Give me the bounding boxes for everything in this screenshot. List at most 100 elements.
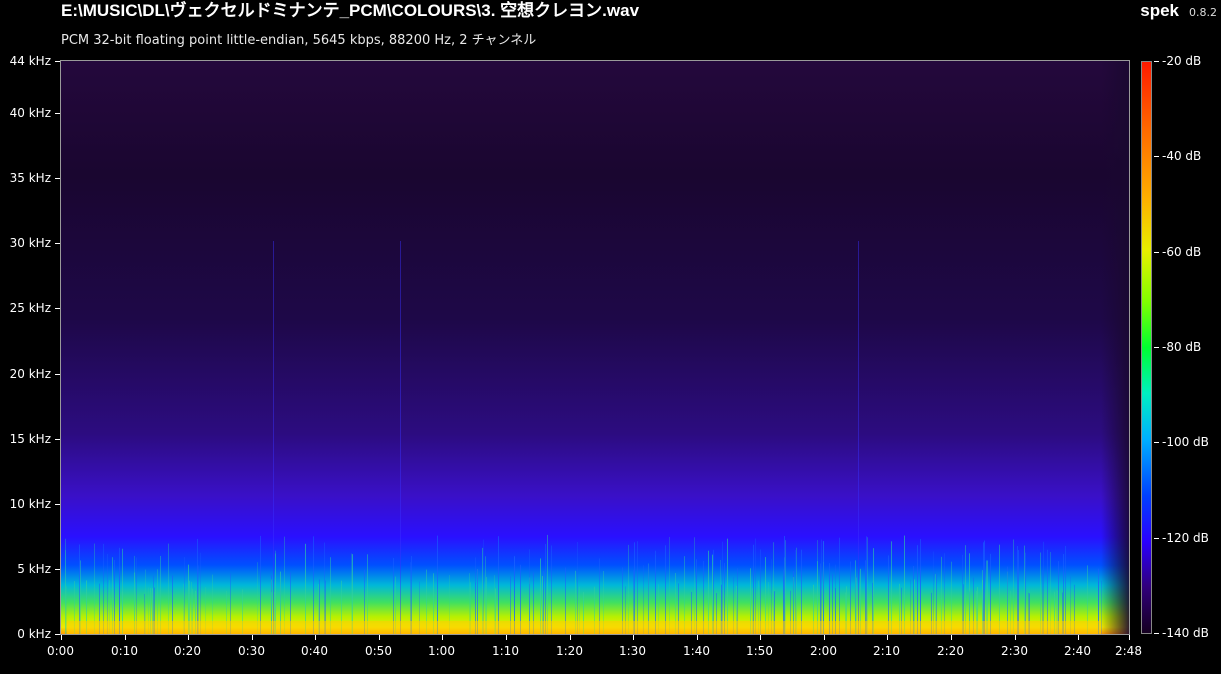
spectral-streak xyxy=(634,542,635,634)
spectral-streak xyxy=(866,536,867,634)
x-axis-tick-label: 0:10 xyxy=(111,644,138,658)
legend-tick xyxy=(1154,538,1159,539)
spectral-streak xyxy=(839,537,840,634)
spectral-streak xyxy=(168,543,169,634)
x-axis-tick-label: 1:30 xyxy=(619,644,646,658)
x-axis-tick xyxy=(1078,635,1079,640)
x-axis-tick xyxy=(252,635,253,640)
spectral-streak xyxy=(1024,545,1025,634)
low-frequency-band xyxy=(67,621,1101,634)
y-axis-tick-label: 35 kHz xyxy=(9,171,51,185)
x-axis-tick xyxy=(125,635,126,640)
legend-tick xyxy=(1154,442,1159,443)
spectral-streak xyxy=(483,539,484,634)
legend-tick-label: -40 dB xyxy=(1162,149,1202,163)
app-name: spek xyxy=(1140,1,1179,20)
x-axis-tick-label: 2:00 xyxy=(810,644,837,658)
spectral-streak xyxy=(498,536,499,634)
file-path-title: E:\MUSIC\DL\ヴェクセルドミナンテ_PCM\COLOURS\3. 空想… xyxy=(61,1,640,20)
spectral-streak xyxy=(577,541,578,634)
x-axis-tick-label: 2:10 xyxy=(873,644,900,658)
x-axis-tick xyxy=(1129,635,1130,640)
x-axis-tick xyxy=(633,635,634,640)
y-axis-tick-label: 40 kHz xyxy=(9,106,51,120)
spectral-streak xyxy=(694,537,695,634)
x-axis-tick-label: 0:50 xyxy=(365,644,392,658)
x-axis-tick-label: 1:40 xyxy=(683,644,710,658)
spectral-streak xyxy=(785,540,786,634)
x-axis-tick-label: 1:00 xyxy=(428,644,455,658)
transient-line xyxy=(858,241,859,634)
spectrogram-plot xyxy=(60,60,1130,635)
legend-tick xyxy=(1154,347,1159,348)
spectral-streak xyxy=(773,542,774,634)
y-axis-tick-label: 20 kHz xyxy=(9,367,51,381)
db-color-legend xyxy=(1141,61,1152,634)
y-axis-tick-label: 25 kHz xyxy=(9,301,51,315)
spek-window: E:\MUSIC\DL\ヴェクセルドミナンテ_PCM\COLOURS\3. 空想… xyxy=(0,0,1221,674)
x-axis-tick xyxy=(61,635,62,640)
x-axis-tick-label: 0:20 xyxy=(174,644,201,658)
legend-tick-label: -60 dB xyxy=(1162,245,1202,259)
app-version: 0.8.2 xyxy=(1189,6,1217,19)
spectral-streak xyxy=(628,544,629,634)
x-axis-tick-label: 2:48 xyxy=(1115,644,1142,658)
spectral-streak xyxy=(551,545,552,634)
legend-tick-label: -140 dB xyxy=(1162,626,1209,640)
y-axis-tick xyxy=(55,113,60,114)
x-axis-tick-label: 1:20 xyxy=(556,644,583,658)
transient-line xyxy=(273,241,274,634)
x-axis-tick-label: 0:30 xyxy=(238,644,265,658)
y-axis-tick xyxy=(55,178,60,179)
spectral-streak xyxy=(722,541,723,634)
y-axis-tick xyxy=(55,374,60,375)
spectral-streak xyxy=(547,534,548,634)
y-axis-tick xyxy=(55,308,60,309)
spectral-streak xyxy=(305,543,306,634)
spectral-streak xyxy=(999,544,1000,634)
y-axis-tick xyxy=(55,439,60,440)
spectral-streak xyxy=(1065,545,1066,634)
spectral-streak xyxy=(284,536,285,634)
spectral-streak xyxy=(665,545,666,634)
spectral-streak xyxy=(753,544,754,634)
x-axis-tick xyxy=(697,635,698,640)
x-axis-tick xyxy=(570,635,571,640)
spectral-streak xyxy=(637,541,638,634)
y-axis-tick-label: 44 kHz xyxy=(9,54,51,68)
y-axis-tick-label: 5 kHz xyxy=(17,562,51,576)
spectral-streak xyxy=(983,542,984,634)
y-axis-tick-label: 30 kHz xyxy=(9,236,51,250)
x-axis-tick-label: 0:40 xyxy=(301,644,328,658)
spectral-streak xyxy=(545,544,546,634)
x-axis-tick xyxy=(887,635,888,640)
spectral-streak xyxy=(823,540,824,634)
spectral-streak xyxy=(260,535,261,634)
spectral-streak xyxy=(79,544,80,634)
legend-tick xyxy=(1154,633,1159,634)
x-axis-tick xyxy=(379,635,380,640)
legend-tick-label: -20 dB xyxy=(1162,54,1202,68)
spectral-streak xyxy=(904,535,905,634)
spectral-streak xyxy=(784,535,785,634)
spectral-streak xyxy=(313,536,314,634)
legend-tick xyxy=(1154,61,1159,62)
spectral-streak xyxy=(1013,539,1014,634)
spectral-streak xyxy=(324,542,325,634)
legend-tick-label: -100 dB xyxy=(1162,435,1209,449)
spectral-streak xyxy=(437,535,438,634)
x-axis-tick-label: 2:30 xyxy=(1001,644,1028,658)
x-axis-tick xyxy=(951,635,952,640)
legend-tick-label: -120 dB xyxy=(1162,531,1209,545)
x-axis-tick-label: 1:10 xyxy=(492,644,519,658)
x-axis-tick xyxy=(1015,635,1016,640)
spectral-streak xyxy=(197,538,198,634)
y-axis-tick xyxy=(55,504,60,505)
y-axis-tick-label: 10 kHz xyxy=(9,497,51,511)
spectral-streak xyxy=(917,545,918,634)
x-axis-tick xyxy=(760,635,761,640)
x-axis-tick-label: 1:50 xyxy=(746,644,773,658)
spectral-streak xyxy=(965,545,966,634)
spectral-streak xyxy=(1043,541,1044,634)
spectral-streak xyxy=(66,586,67,634)
